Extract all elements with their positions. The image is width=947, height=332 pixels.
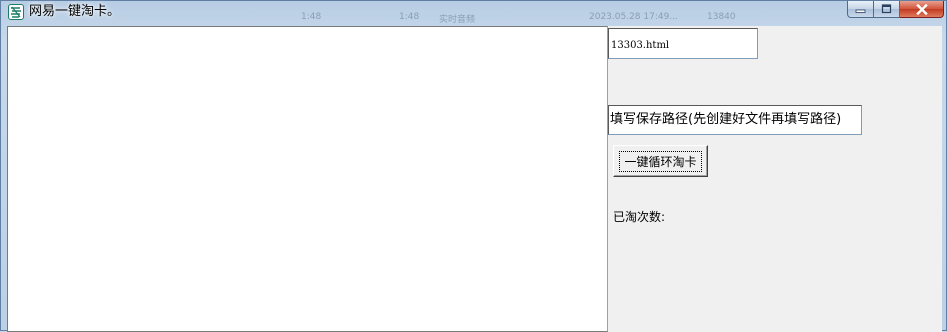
client-area: 13303.html 填写保存路径(先创建好文件再填写路径) 一键循环淘卡 已淘… bbox=[7, 26, 942, 332]
background-title-text: 1:48 bbox=[301, 12, 322, 22]
close-button[interactable] bbox=[900, 1, 944, 18]
filename-input[interactable]: 13303.html bbox=[608, 28, 758, 59]
window-title: 网易一键淘卡。 bbox=[29, 4, 121, 19]
title-bar[interactable]: 网易一键淘卡。 1:48 1:48 实时音频 2023.05.28 17:49.… bbox=[1, 1, 947, 25]
minimize-button[interactable] bbox=[847, 1, 874, 18]
background-title-text: 实时音频 bbox=[439, 15, 476, 25]
close-icon bbox=[915, 3, 928, 15]
maximize-icon bbox=[881, 4, 892, 14]
maximize-button[interactable] bbox=[874, 1, 900, 18]
app-icon bbox=[8, 4, 24, 20]
background-title-text: 1:48 bbox=[399, 12, 420, 22]
save-path-input[interactable]: 填写保存路径(先创建好文件再填写路径) bbox=[608, 105, 862, 135]
app-window: 网易一键淘卡。 1:48 1:48 实时音频 2023.05.28 17:49.… bbox=[0, 0, 947, 332]
output-area[interactable] bbox=[7, 26, 608, 332]
caption-buttons bbox=[847, 1, 944, 18]
count-label: 已淘次数: bbox=[613, 210, 666, 224]
loop-button[interactable]: 一键循环淘卡 bbox=[613, 145, 708, 177]
minimize-icon bbox=[855, 9, 866, 13]
background-title-text: 2023.05.28 17:49... bbox=[589, 12, 678, 22]
background-title-text: 13840 bbox=[707, 12, 736, 22]
loop-button-label: 一键循环淘卡 bbox=[619, 150, 702, 172]
